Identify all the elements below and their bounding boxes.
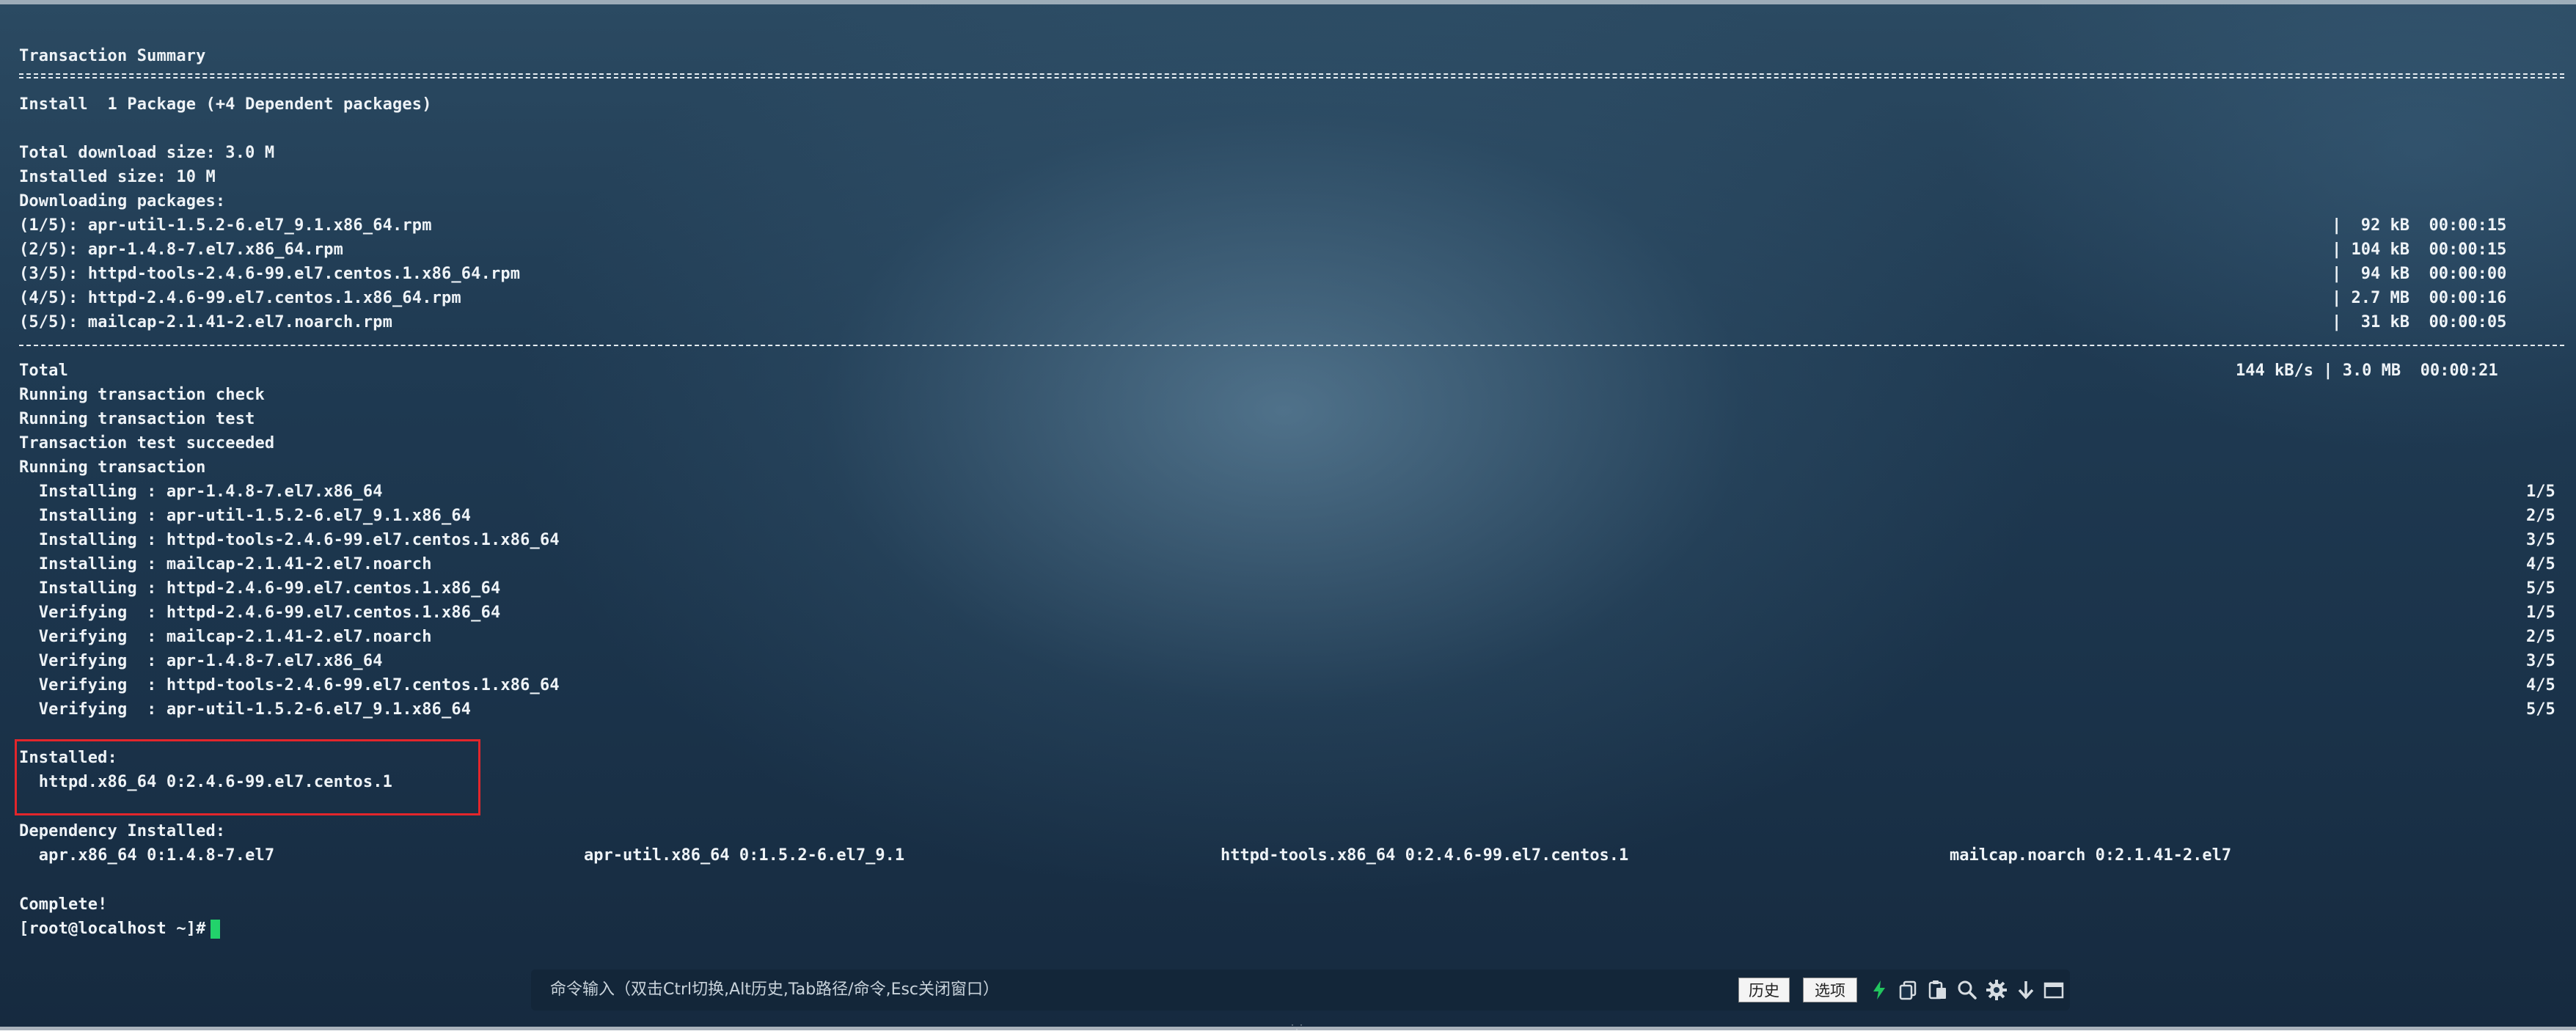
text-cursor <box>210 920 220 939</box>
window-bottom-border <box>0 1027 2576 1030</box>
transaction-step: Installing : mailcap-2.1.41-2.el7.noarch <box>19 555 432 573</box>
copy-icon[interactable] <box>1897 978 1920 1002</box>
total-label: Total <box>19 362 68 380</box>
complete-line: Complete! <box>19 895 108 914</box>
dependency-package: apr-util.x86_64 0:1.5.2-6.el7_9.1 <box>584 846 905 865</box>
install-summary-line: Install 1 Package (+4 Dependent packages… <box>19 95 432 114</box>
command-input-bar[interactable]: 命令输入（双击Ctrl切换,Alt历史,Tab路径/命令,Esc关闭窗口） 历史… <box>531 969 2070 1011</box>
dependency-package: mailcap.noarch 0:2.1.41-2.el7 <box>1950 846 2232 865</box>
download-row-name: (3/5): httpd-tools-2.4.6-99.el7.centos.1… <box>19 265 521 283</box>
transaction-summary-heading: Transaction Summary <box>19 47 206 65</box>
lightning-icon[interactable] <box>1867 978 1891 1002</box>
download-arrow-icon[interactable] <box>2014 978 2038 1002</box>
window-top-border <box>0 0 2576 4</box>
options-button[interactable]: 选项 <box>1803 978 1857 1002</box>
download-row-stats: | 94 kB 00:00:00 <box>2332 265 2507 283</box>
transaction-test-line: Running transaction test <box>19 410 255 428</box>
transaction-check-line: Running transaction check <box>19 386 265 404</box>
transaction-step-count: 2/5 <box>2526 507 2555 525</box>
shell-prompt-line[interactable]: [root@localhost ~]# <box>19 917 220 941</box>
download-row-stats: | 104 kB 00:00:15 <box>2332 241 2507 259</box>
installed-size: Installed size: 10 M <box>19 168 216 186</box>
single-rule <box>19 345 2564 346</box>
command-input[interactable]: 命令输入（双击Ctrl切换,Alt历史,Tab路径/命令,Esc关闭窗口） <box>550 969 999 1011</box>
transaction-step-count: 5/5 <box>2526 579 2555 598</box>
downloading-heading: Downloading packages: <box>19 192 226 210</box>
transaction-step: Installing : apr-util-1.5.2-6.el7_9.1.x8… <box>19 507 472 525</box>
transaction-test-succeeded-line: Transaction test succeeded <box>19 434 275 452</box>
transaction-step: Verifying : apr-util-1.5.2-6.el7_9.1.x86… <box>19 700 472 719</box>
download-row-name: (2/5): apr-1.4.8-7.el7.x86_64.rpm <box>19 241 344 259</box>
transaction-step: Verifying : httpd-2.4.6-99.el7.centos.1.… <box>19 604 501 622</box>
transaction-step-count: 4/5 <box>2526 676 2555 694</box>
dependency-installed-heading: Dependency Installed: <box>19 822 226 840</box>
gear-icon[interactable] <box>1985 978 2008 1002</box>
download-row-stats: | 92 kB 00:00:15 <box>2332 216 2507 235</box>
history-button[interactable]: 历史 <box>1738 978 1790 1002</box>
transaction-step-count: 5/5 <box>2526 700 2555 719</box>
window-icon[interactable] <box>2042 978 2065 1002</box>
download-row-stats: | 2.7 MB 00:00:16 <box>2332 289 2507 307</box>
running-transaction-line: Running transaction <box>19 458 206 477</box>
double-rule <box>19 73 2564 78</box>
dependency-package: apr.x86_64 0:1.4.8-7.el7 <box>19 846 275 865</box>
transaction-step-count: 1/5 <box>2526 483 2555 501</box>
terminal-screen[interactable]: Transaction Summary Install 1 Package (+… <box>0 0 2576 1034</box>
installed-highlight-box <box>15 739 480 815</box>
transaction-step: Installing : apr-1.4.8-7.el7.x86_64 <box>19 483 383 501</box>
transaction-step-count: 2/5 <box>2526 628 2555 646</box>
transaction-step: Installing : httpd-tools-2.4.6-99.el7.ce… <box>19 531 560 549</box>
transaction-step: Verifying : mailcap-2.1.41-2.el7.noarch <box>19 628 432 646</box>
download-row-name: (5/5): mailcap-2.1.41-2.el7.noarch.rpm <box>19 313 393 331</box>
total-download-size: Total download size: 3.0 M <box>19 144 275 162</box>
download-row-name: (4/5): httpd-2.4.6-99.el7.centos.1.x86_6… <box>19 289 461 307</box>
transaction-step-count: 3/5 <box>2526 531 2555 549</box>
transaction-step: Verifying : httpd-tools-2.4.6-99.el7.cen… <box>19 676 560 694</box>
transaction-step-count: 1/5 <box>2526 604 2555 622</box>
dependency-package: httpd-tools.x86_64 0:2.4.6-99.el7.centos… <box>1221 846 1629 865</box>
transaction-step-count: 4/5 <box>2526 555 2555 573</box>
download-row-name: (1/5): apr-util-1.5.2-6.el7_9.1.x86_64.r… <box>19 216 432 235</box>
download-row-stats: | 31 kB 00:00:05 <box>2332 313 2507 331</box>
total-stats: 144 kB/s | 3.0 MB 00:00:21 <box>2236 362 2498 380</box>
transaction-step: Verifying : apr-1.4.8-7.el7.x86_64 <box>19 652 383 670</box>
transaction-step: Installing : httpd-2.4.6-99.el7.centos.1… <box>19 579 501 598</box>
shell-prompt: [root@localhost ~]# <box>19 920 206 938</box>
transaction-step-count: 3/5 <box>2526 652 2555 670</box>
paste-icon[interactable] <box>1926 978 1950 1002</box>
search-icon[interactable] <box>1955 978 1979 1002</box>
